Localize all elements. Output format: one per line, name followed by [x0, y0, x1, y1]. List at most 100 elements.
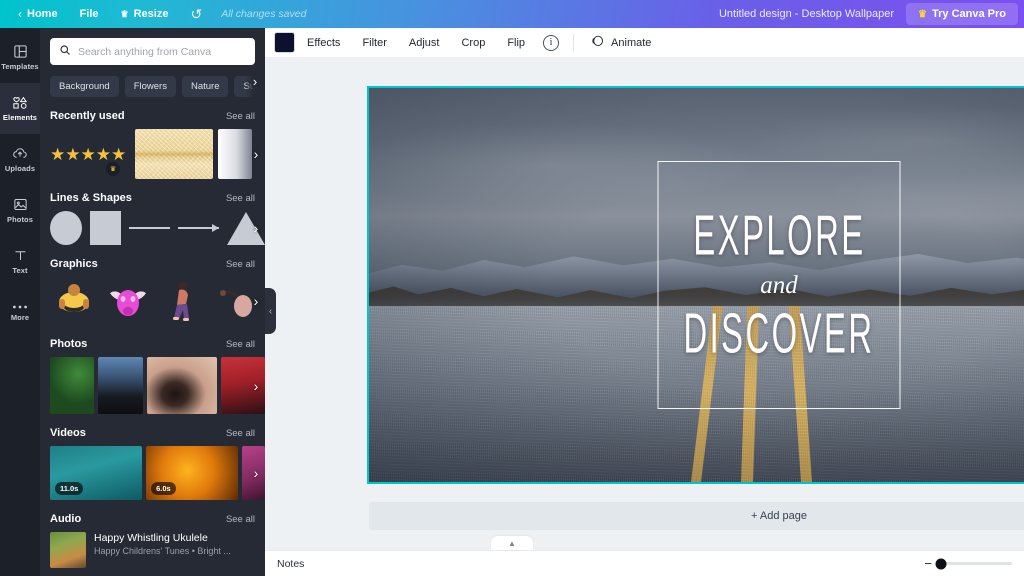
sidebar-item-uploads[interactable]: Uploads	[0, 134, 40, 185]
sidebar-label-elements: Elements	[2, 113, 38, 122]
file-menu-button[interactable]: File	[69, 4, 110, 24]
document-title[interactable]: Untitled design - Desktop Wallpaper	[707, 4, 906, 24]
animate-button[interactable]: Animate	[580, 29, 661, 57]
try-canva-pro-button[interactable]: ♛ Try Canva Pro	[906, 3, 1018, 25]
see-all-videos[interactable]: See all	[226, 428, 255, 439]
graphic-item[interactable]	[104, 277, 152, 325]
sidebar-item-text[interactable]: Text	[0, 236, 40, 287]
sidebar-label-text: Text	[12, 266, 28, 275]
chevron-right-icon[interactable]: ›	[247, 357, 265, 414]
undo-icon: ↺	[190, 6, 203, 22]
search-box[interactable]	[50, 38, 255, 65]
stars-glyphs: ★★★★★	[50, 144, 127, 164]
see-all-graphics[interactable]: See all	[226, 259, 255, 270]
section-title: Audio	[50, 513, 82, 525]
undo-button[interactable]: ↺	[179, 3, 213, 25]
sidebar-label-more: More	[10, 312, 30, 322]
shape-line[interactable]	[129, 211, 171, 245]
home-label: Home	[27, 8, 58, 20]
video-thumbnail[interactable]: 6.0s	[146, 446, 239, 500]
section-title: Recently used	[50, 110, 125, 122]
filter-button[interactable]: Filter	[352, 32, 396, 54]
design-page[interactable]: EXPLORE and DISCOVER	[367, 86, 1024, 484]
section-videos: Videos See all 11.0s 6.0s ›	[40, 427, 265, 500]
chevron-right-icon[interactable]: ›	[245, 65, 265, 97]
videos-row: 11.0s 6.0s ›	[50, 446, 265, 500]
resize-button[interactable]: ♛ Resize	[110, 4, 180, 24]
audio-track-text: Happy Whistling Ukulele Happy Childrens'…	[94, 532, 231, 556]
sidebar-item-more[interactable]: More	[0, 287, 40, 338]
notes-expand-tab[interactable]: ▲	[491, 536, 533, 550]
effects-button[interactable]: Effects	[297, 32, 350, 54]
section-header: Recently used See all	[50, 110, 265, 122]
shape-square[interactable]	[89, 211, 122, 245]
section-title: Videos	[50, 427, 86, 439]
zoom-slider-knob[interactable]	[935, 558, 947, 569]
add-page-button[interactable]: + Add page	[369, 502, 1024, 530]
audio-track-subtitle: Happy Childrens' Tunes • Bright ...	[94, 546, 231, 556]
photo-thumbnail[interactable]	[98, 357, 143, 414]
crop-button[interactable]: Crop	[451, 32, 495, 54]
zoom-out-icon[interactable]: −	[924, 557, 932, 570]
info-icon[interactable]: i	[543, 34, 560, 51]
chevron-right-icon[interactable]: ›	[247, 277, 265, 325]
video-thumbnail[interactable]: 11.0s	[50, 446, 143, 500]
photos-icon	[13, 197, 28, 212]
panel-collapse-handle[interactable]: ‹	[265, 288, 276, 334]
graphic-item[interactable]	[158, 277, 206, 325]
photo-thumbnail[interactable]	[146, 357, 217, 414]
chip-nature[interactable]: Nature	[181, 76, 229, 97]
section-title: Graphics	[50, 258, 98, 270]
photo-thumbnail[interactable]	[50, 357, 95, 414]
notes-button[interactable]: Notes	[277, 558, 304, 570]
search-input[interactable]	[78, 45, 246, 58]
stars-element[interactable]: ★★★★★ ♛	[50, 129, 130, 179]
see-all-audio[interactable]: See all	[226, 514, 255, 525]
chevron-right-icon[interactable]: ›	[247, 211, 265, 245]
color-swatch-button[interactable]	[274, 32, 295, 53]
chevron-left-icon: ‹	[18, 7, 22, 21]
sidebar-label-templates: Templates	[1, 62, 39, 71]
section-graphics: Graphics See all ›	[40, 258, 265, 325]
section-header: Graphics See all	[50, 258, 265, 270]
uploads-icon	[12, 146, 28, 161]
audio-track-item[interactable]: Happy Whistling Ukulele Happy Childrens'…	[50, 532, 265, 568]
top-bar-right-group: Untitled design - Desktop Wallpaper ♛ Tr…	[707, 3, 1024, 25]
animate-icon	[590, 34, 605, 52]
graphic-item[interactable]	[50, 277, 98, 325]
headline-bottom: DISCOVER	[683, 302, 875, 366]
adjust-button[interactable]: Adjust	[399, 32, 450, 54]
see-all-photos[interactable]: See all	[226, 339, 255, 350]
see-all-lines-shapes[interactable]: See all	[226, 193, 255, 204]
chevron-right-icon[interactable]: ›	[247, 446, 265, 500]
home-button[interactable]: ‹ Home	[7, 4, 69, 24]
shape-circle[interactable]	[50, 211, 82, 245]
see-all-recently-used[interactable]: See all	[226, 111, 255, 122]
glitter-texture-thumbnail[interactable]	[135, 129, 213, 179]
chip-flowers[interactable]: Flowers	[124, 76, 176, 97]
chevron-right-icon[interactable]: ›	[247, 129, 265, 179]
sidebar-item-elements[interactable]: Elements	[0, 83, 40, 134]
sidebar-item-photos[interactable]: Photos	[0, 185, 40, 236]
section-header: Photos See all	[50, 338, 265, 350]
text-frame-element[interactable]: EXPLORE and DISCOVER	[657, 161, 901, 409]
chevron-up-icon: ▲	[508, 538, 516, 548]
flip-button[interactable]: Flip	[497, 32, 535, 54]
audio-thumbnail	[50, 532, 86, 568]
section-header: Audio See all	[50, 513, 265, 525]
canva-editor-window: ‹ Home File ♛ Resize ↺ All changes saved…	[0, 0, 1024, 576]
video-duration-badge: 11.0s	[55, 482, 84, 495]
sidebar-item-templates[interactable]: Templates	[0, 32, 40, 83]
canvas-stage: EXPLORE and DISCOVER + Add page	[265, 58, 1024, 550]
templates-icon	[13, 44, 28, 59]
sidebar-label-uploads: Uploads	[4, 164, 36, 173]
headline-middle: and	[760, 272, 798, 299]
chip-background[interactable]: Background	[50, 76, 119, 97]
shape-arrow[interactable]	[178, 211, 219, 245]
section-photos: Photos See all ›	[40, 338, 265, 414]
chevron-left-icon: ‹	[268, 305, 273, 317]
search-icon	[59, 43, 71, 61]
zoom-slider[interactable]	[935, 558, 1012, 569]
search-container	[40, 28, 265, 65]
editor-toolbar: Effects Filter Adjust Crop Flip i Animat…	[265, 28, 1024, 58]
